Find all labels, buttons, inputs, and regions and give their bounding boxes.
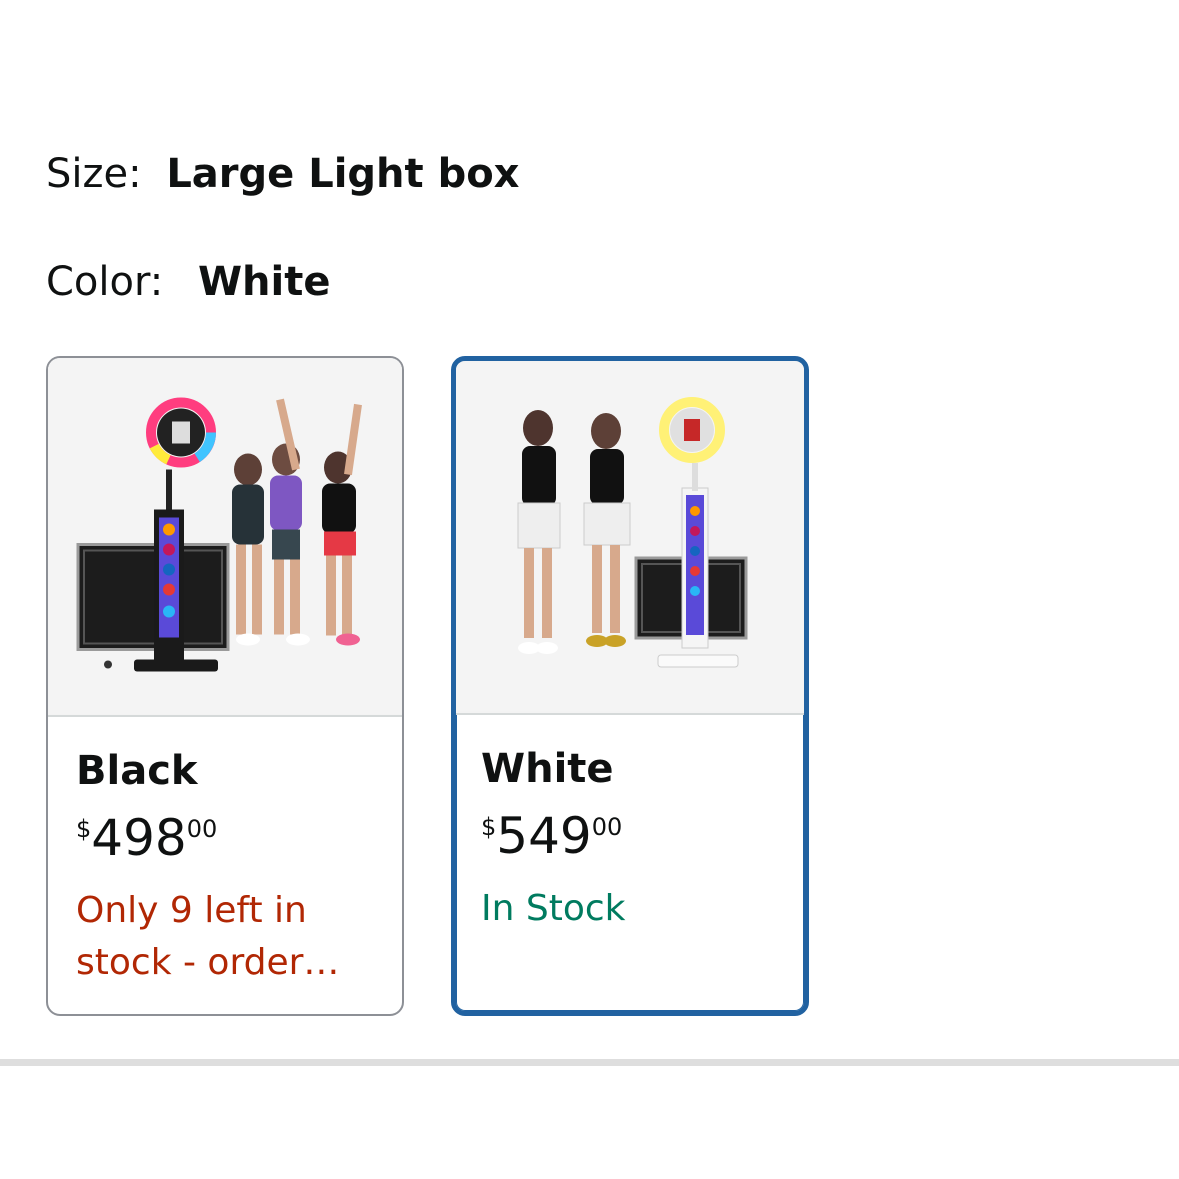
color-value: White <box>197 259 331 305</box>
price-symbol: $ <box>76 815 92 843</box>
swatch-name: White <box>481 746 614 792</box>
photo-booth-white-image-icon <box>456 361 804 715</box>
size-value: Large Light box <box>166 151 520 197</box>
swatch-price: $54900 <box>481 811 794 861</box>
price-symbol: $ <box>481 813 497 841</box>
swatch-price: $49800 <box>76 813 392 863</box>
color-swatch-black[interactable]: Black $49800 Only 9 left in stock - orde… <box>46 356 404 1016</box>
availability-text: In Stock <box>481 888 626 929</box>
price-fraction: 00 <box>591 813 623 841</box>
photo-booth-black-image-icon <box>48 358 402 717</box>
price-whole: 549 <box>496 807 592 865</box>
color-selector-label: Color: White <box>46 262 331 302</box>
swatch-name: Black <box>76 748 198 794</box>
color-swatch-white[interactable]: White $54900 In Stock <box>451 356 809 1016</box>
price-fraction: 00 <box>186 815 218 843</box>
section-divider <box>0 1059 1179 1066</box>
color-label: Color: <box>46 259 164 305</box>
size-selector-label: Size: Large Light box <box>46 154 519 194</box>
availability-text: Only 9 left in stock - order… <box>76 890 340 983</box>
price-whole: 498 <box>91 809 187 867</box>
size-label: Size: <box>46 151 142 197</box>
